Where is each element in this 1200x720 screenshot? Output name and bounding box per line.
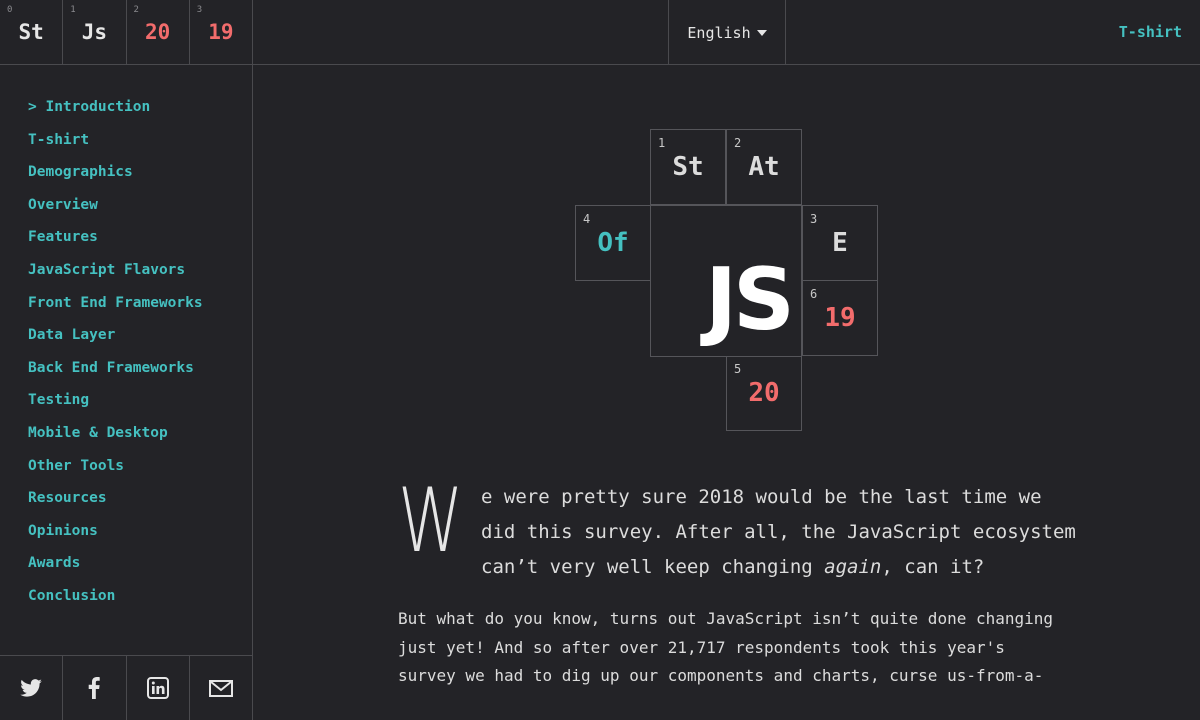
share-bar bbox=[0, 655, 252, 720]
logo-tile-19: 3 19 bbox=[196, 5, 234, 44]
hero-tile-js: JS bbox=[650, 205, 802, 357]
top-bar: English T-shirt bbox=[253, 0, 1200, 65]
sidebar-item-demographics[interactable]: Demographics bbox=[28, 162, 203, 195]
sidebar-item-data-layer[interactable]: Data Layer bbox=[28, 325, 203, 358]
intro-section: W e were pretty sure 2018 would be the l… bbox=[398, 476, 1078, 691]
language-label: English bbox=[687, 23, 751, 42]
sidebar-item-testing[interactable]: Testing bbox=[28, 390, 203, 423]
sidebar-item-introduction[interactable]: > Introduction bbox=[28, 97, 203, 130]
sidebar-item-tshirt[interactable]: T-shirt bbox=[28, 130, 203, 163]
sidebar-item-conclusion[interactable]: Conclusion bbox=[28, 586, 203, 619]
intro-paragraph: But what do you know, turns out JavaScri… bbox=[398, 609, 1054, 685]
hero-tile-at: 2 At bbox=[726, 129, 802, 205]
sidebar-item-back-end-frameworks[interactable]: Back End Frameworks bbox=[28, 358, 203, 391]
site-logo[interactable]: 0 St 1 Js 2 20 3 19 bbox=[0, 0, 253, 65]
intro-lead-text-1: e were pretty sure 2018 would be the las… bbox=[481, 486, 1076, 578]
sidebar-item-mobile-desktop[interactable]: Mobile & Desktop bbox=[28, 423, 203, 456]
facebook-icon bbox=[89, 677, 101, 699]
sidebar-item-javascript-flavors[interactable]: JavaScript Flavors bbox=[28, 260, 203, 293]
twitter-icon bbox=[20, 679, 42, 697]
intro-lead-text-2: , can it? bbox=[881, 556, 985, 578]
sidebar-item-front-end-frameworks[interactable]: Front End Frameworks bbox=[28, 293, 203, 326]
email-icon bbox=[208, 679, 233, 697]
sidebar-item-overview[interactable]: Overview bbox=[28, 195, 203, 228]
hero-tile-e: 3 E bbox=[802, 205, 878, 281]
sidebar-item-awards[interactable]: Awards bbox=[28, 553, 203, 586]
sidebar-item-resources[interactable]: Resources bbox=[28, 488, 203, 521]
logo-tile-st: 0 St bbox=[0, 0, 64, 64]
drop-cap: W bbox=[398, 469, 464, 572]
share-email-button[interactable] bbox=[190, 656, 252, 720]
hero-tile-st: 1 St bbox=[650, 129, 726, 205]
linkedin-icon bbox=[146, 677, 169, 699]
logo-tile-js: 1 Js bbox=[63, 0, 127, 64]
sidebar: > Introduction T-shirt Demographics Over… bbox=[0, 65, 253, 720]
intro-lead: W e were pretty sure 2018 would be the l… bbox=[398, 476, 1078, 585]
sidebar-item-other-tools[interactable]: Other Tools bbox=[28, 456, 203, 489]
main-content: 1 St 2 At 3 E 4 Of 5 20 6 19 JS W e were… bbox=[253, 65, 1200, 720]
intro-lead-emphasis: again bbox=[824, 556, 882, 578]
sidebar-nav: > Introduction T-shirt Demographics Over… bbox=[28, 97, 203, 619]
hero-tile-of: 4 Of bbox=[575, 205, 651, 281]
share-linkedin-button[interactable] bbox=[127, 656, 190, 720]
logo-tile-20: 2 20 bbox=[127, 0, 190, 64]
sidebar-item-opinions[interactable]: Opinions bbox=[28, 521, 203, 554]
hero-tile-20: 5 20 bbox=[726, 355, 802, 431]
language-selector[interactable]: English bbox=[668, 0, 786, 65]
hero-tile-19: 6 19 bbox=[802, 280, 878, 356]
share-facebook-button[interactable] bbox=[63, 656, 127, 720]
sidebar-item-features[interactable]: Features bbox=[28, 227, 203, 260]
caret-down-icon bbox=[756, 29, 767, 36]
share-twitter-button[interactable] bbox=[0, 656, 64, 720]
tshirt-link[interactable]: T-shirt bbox=[1119, 23, 1182, 41]
